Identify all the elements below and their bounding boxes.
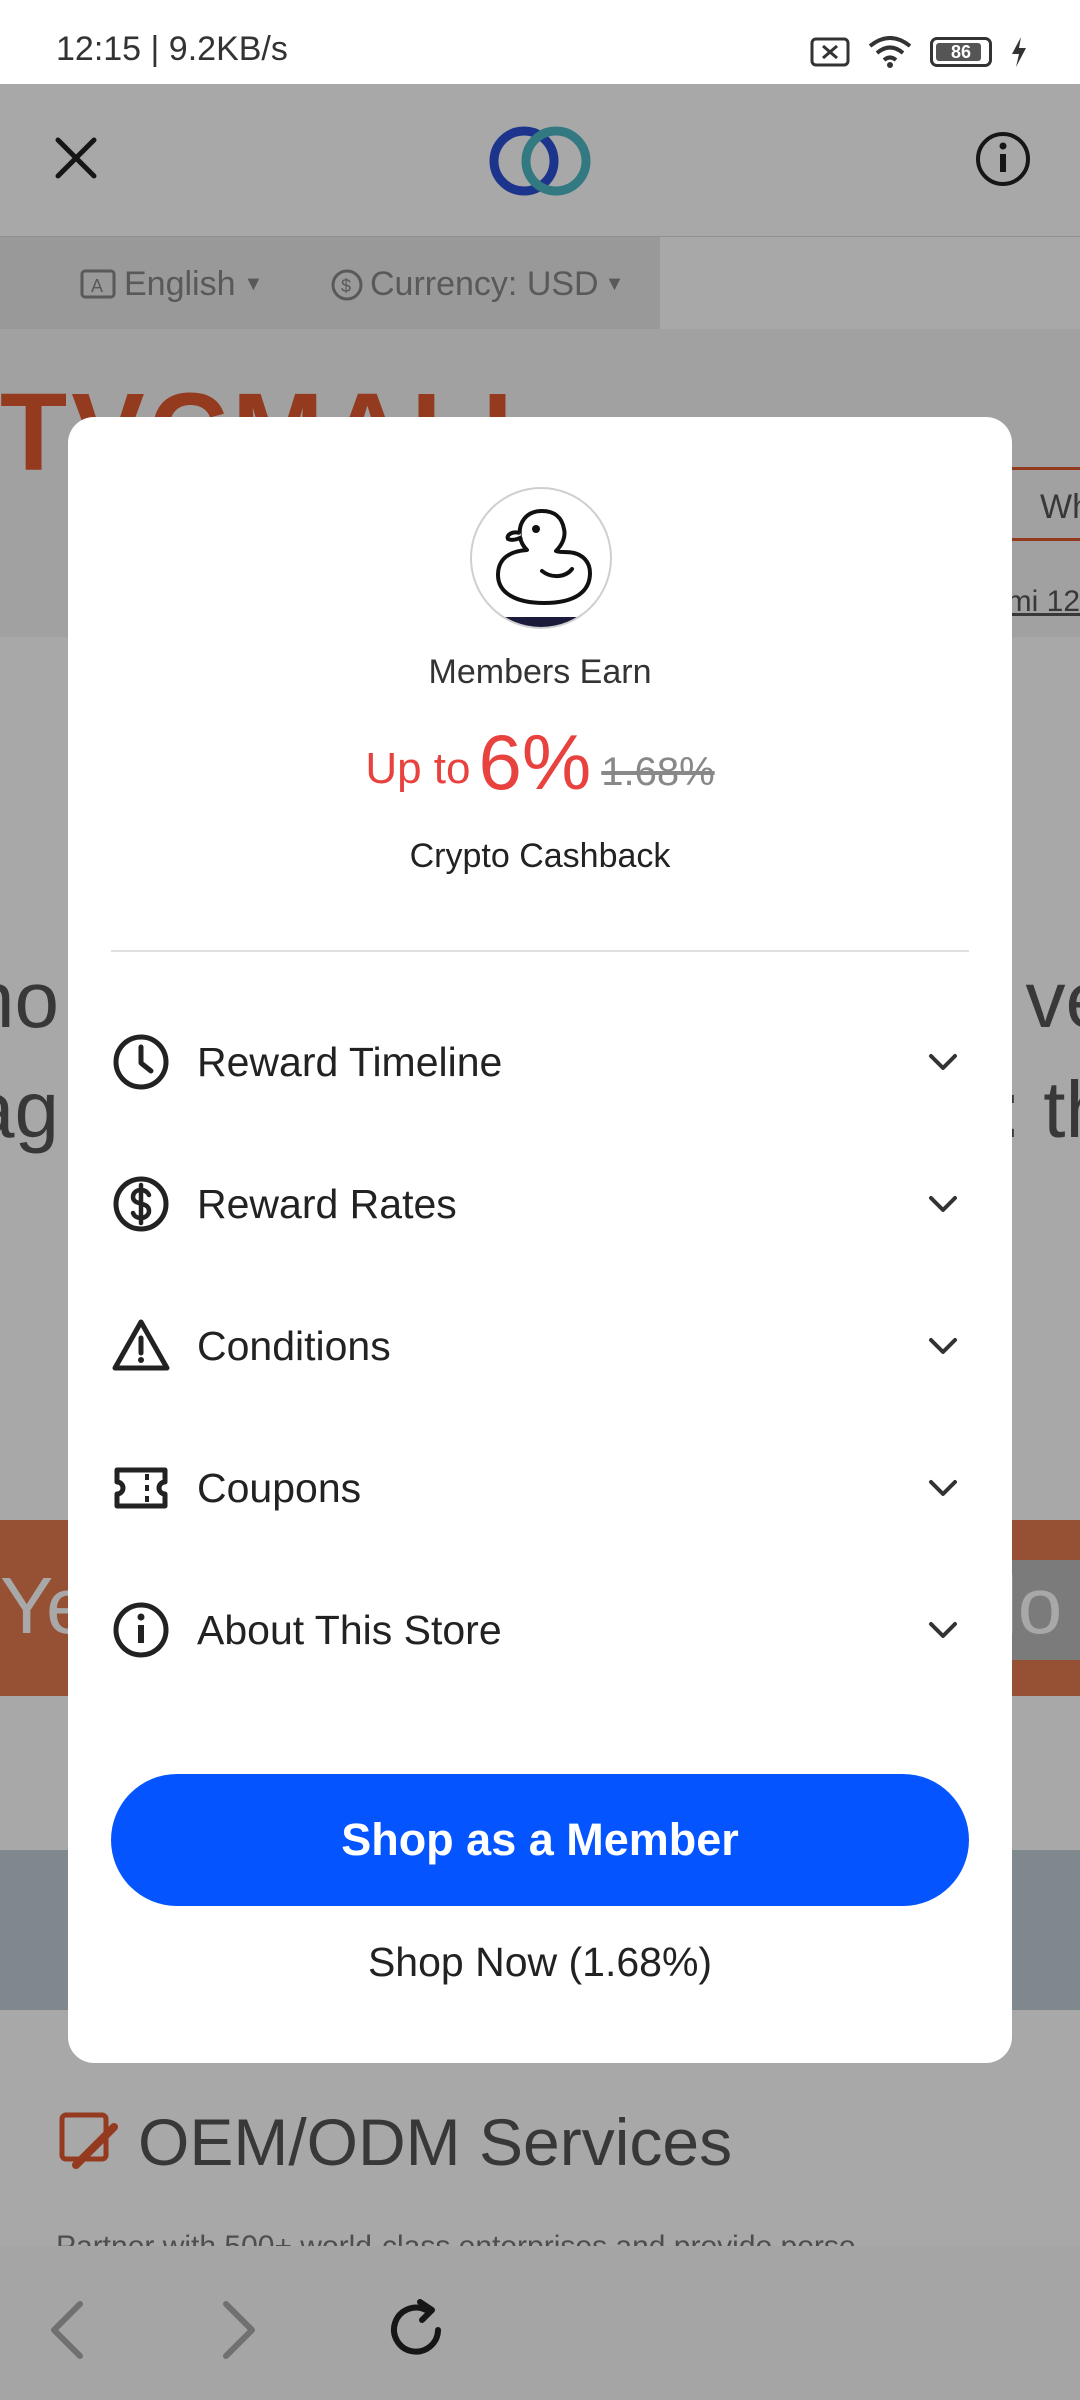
status-icons: 86 [810,36,1028,68]
clock-icon [113,1034,169,1090]
warning-icon [112,1319,170,1371]
cashback-rate: Up to 6% 1.68% [68,717,1012,808]
cashback-modal: Members Earn Up to 6% 1.68% Crypto Cashbac… [68,417,1012,2063]
accordion-label: About This Store [197,1606,502,1653]
sim-off-icon [810,37,850,67]
accordion-coupons[interactable]: Coupons [111,1443,969,1533]
cashback-type-label: Crypto Cashback [409,837,671,875]
chevron-down-icon [929,1622,957,1638]
chevron-down-icon [929,1480,957,1496]
info-icon [113,1602,169,1658]
rate-value: 6% [478,718,592,806]
shop-as-member-button[interactable]: Shop as a Member [111,1774,969,1906]
duck-icon [494,509,592,627]
old-rate-value: 1.68% [601,750,715,794]
chevron-down-icon [929,1054,957,1070]
charging-icon [1012,37,1026,67]
divider [111,950,969,952]
accordion-label: Reward Rates [197,1180,457,1227]
chevron-down-icon [929,1196,957,1212]
status-bar: 12:15 | 9.2KB/s 86 [0,0,1080,84]
ticket-icon [114,1467,168,1509]
members-earn-label: Members Earn [428,653,652,691]
accordion-label: Reward Timeline [197,1038,503,1085]
accordion-conditions[interactable]: Conditions [111,1301,969,1391]
accordion-reward-timeline[interactable]: Reward Timeline [111,1017,969,1107]
accordion-about-store[interactable]: About This Store [111,1585,969,1675]
accordion-reward-rates[interactable]: Reward Rates [111,1159,969,1249]
dollar-icon [113,1176,169,1232]
up-to-label: Up to [365,744,471,793]
battery-level: 86 [950,41,972,62]
battery-icon: 86 [930,37,992,67]
wifi-icon [868,36,912,68]
chevron-down-icon [929,1338,957,1354]
status-time: 12:15 | 9.2KB/s [56,30,288,68]
shop-now-button[interactable]: Shop Now (1.68%) [68,1939,1012,1986]
accordion-label: Conditions [197,1322,391,1369]
accordion-label: Coupons [197,1464,362,1511]
store-avatar [470,487,612,629]
